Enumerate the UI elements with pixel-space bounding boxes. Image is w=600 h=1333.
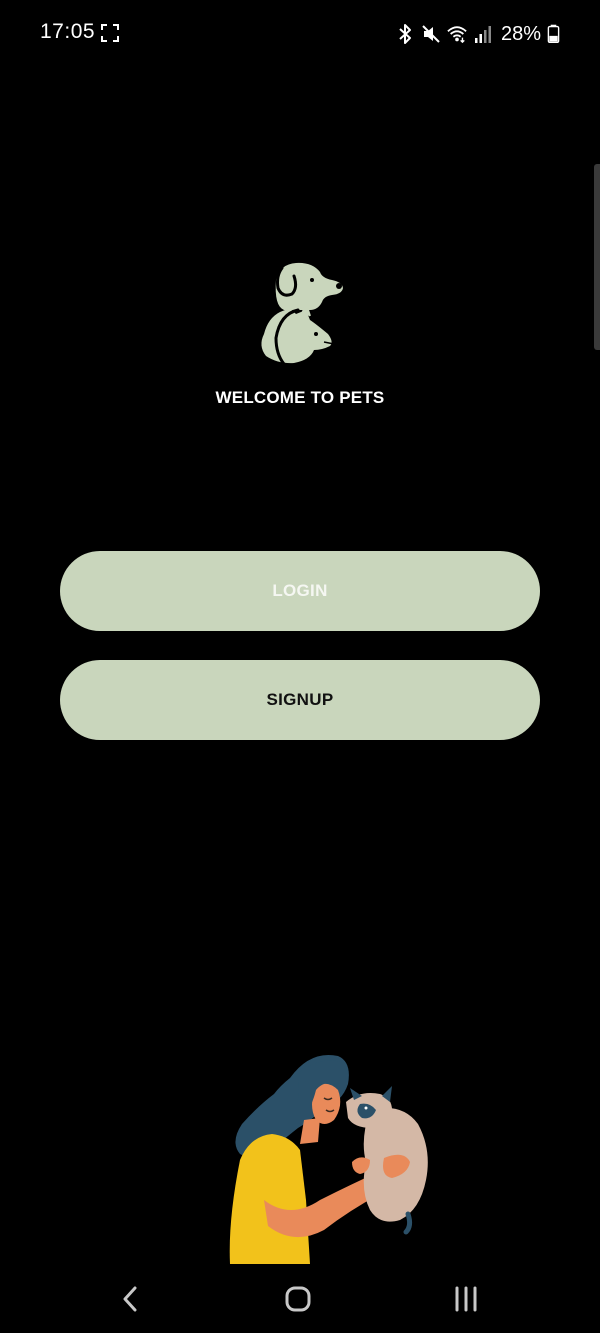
welcome-title: WELCOME TO PETS	[215, 388, 385, 407]
status-time: 17:05	[40, 20, 96, 43]
signup-button[interactable]: SIGNUP	[60, 660, 540, 740]
status-bar: 17:05 28%	[0, 0, 600, 68]
home-button[interactable]	[278, 1282, 318, 1316]
edge-panel-handle[interactable]	[594, 164, 600, 350]
battery-percentage: 28%	[500, 22, 541, 45]
recents-icon	[455, 1286, 477, 1312]
dog-cat-logo-icon	[261, 262, 343, 366]
bluetooth-icon	[399, 24, 411, 44]
screenshot-icon	[101, 24, 119, 42]
woman-holding-cat-illustration	[229, 1054, 428, 1264]
login-button[interactable]: LOGIN	[60, 551, 540, 631]
navigation-bar	[0, 1264, 600, 1333]
signal-icon	[474, 26, 491, 43]
back-button[interactable]	[110, 1282, 150, 1316]
home-icon	[285, 1286, 311, 1312]
status-icons: 28%	[395, 20, 560, 48]
recents-button[interactable]	[446, 1282, 486, 1316]
wifi-icon	[447, 26, 467, 44]
back-icon	[123, 1286, 137, 1312]
mute-icon	[422, 25, 440, 43]
battery-icon	[547, 24, 560, 44]
